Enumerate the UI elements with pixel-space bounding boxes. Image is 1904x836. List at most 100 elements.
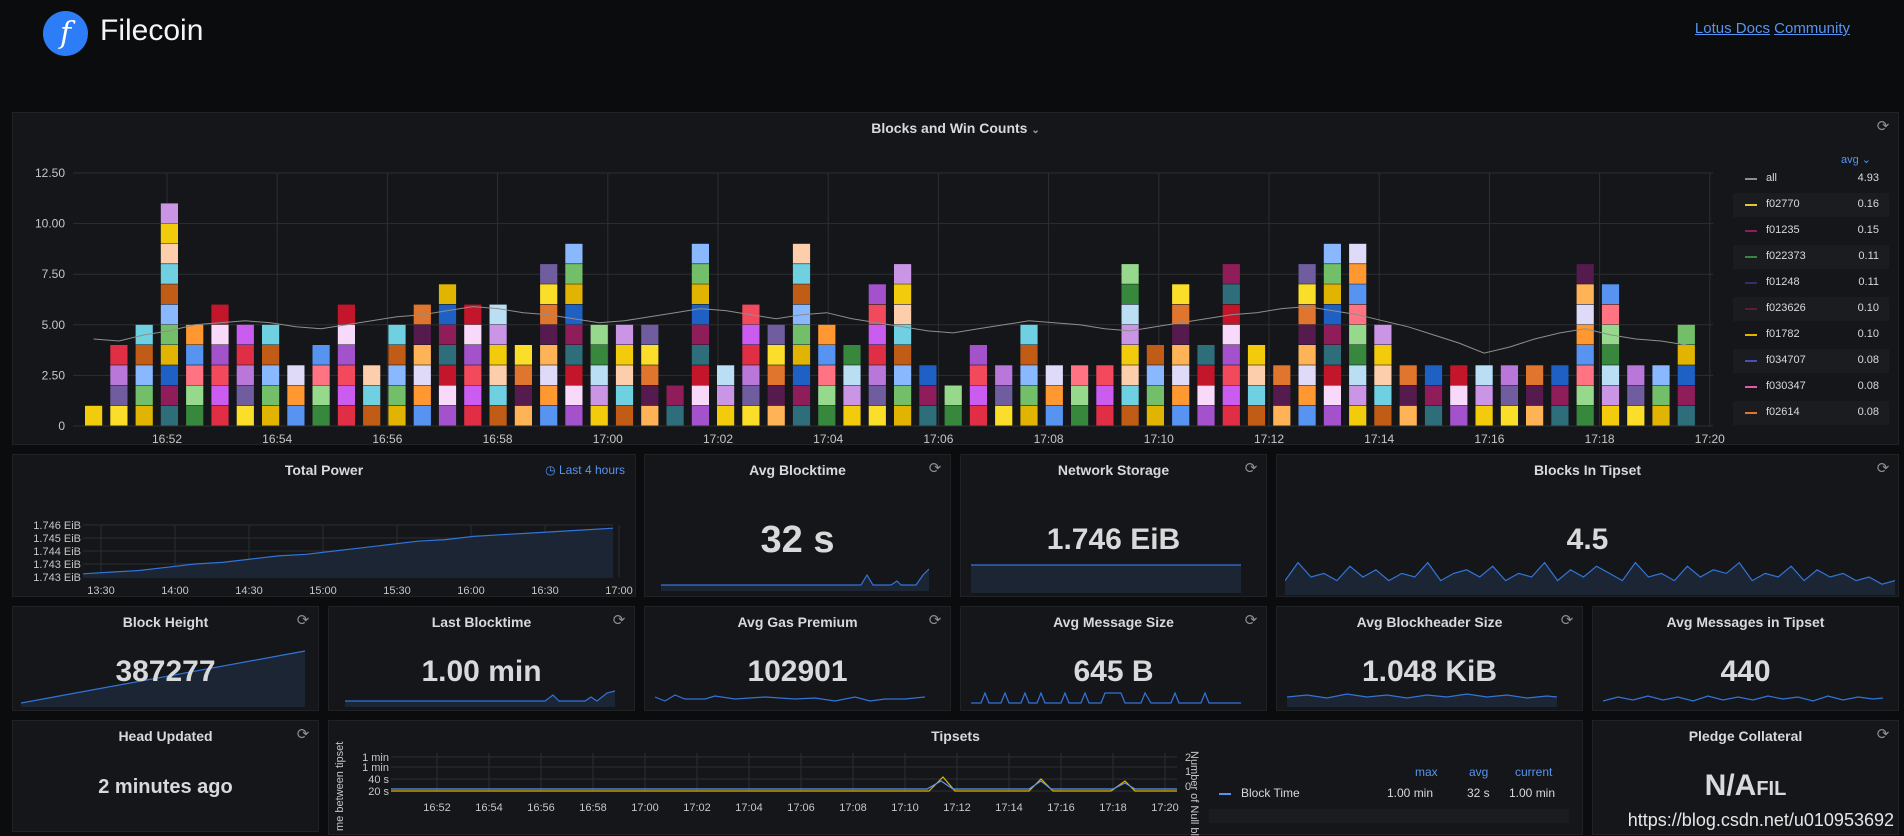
bar-segment[interactable] <box>969 385 987 406</box>
bar-segment[interactable] <box>868 324 886 345</box>
bar-segment[interactable] <box>615 345 634 365</box>
bar-segment[interactable] <box>818 324 836 345</box>
bar-segment[interactable] <box>1601 284 1620 304</box>
bar-segment[interactable] <box>1652 365 1670 385</box>
bar-segment[interactable] <box>211 304 229 325</box>
bar-segment[interactable] <box>1323 243 1341 264</box>
bar-segment[interactable] <box>1526 385 1544 406</box>
legend-row[interactable]: f02614 0.08 <box>1733 401 1889 425</box>
bar-segment[interactable] <box>160 223 178 244</box>
bar-segment[interactable] <box>1349 284 1367 304</box>
bar-segment[interactable] <box>717 365 735 385</box>
bar-segment[interactable] <box>565 345 583 365</box>
bar-segment[interactable] <box>1677 405 1695 426</box>
bar-segment[interactable] <box>1020 365 1038 385</box>
bar-segment[interactable] <box>767 365 785 385</box>
bar-segment[interactable] <box>211 324 229 345</box>
bar-segment[interactable] <box>1298 264 1316 284</box>
legend-row[interactable]: f01248 0.11 <box>1733 271 1889 295</box>
bar-segment[interactable] <box>160 324 178 345</box>
bar-segment[interactable] <box>1627 365 1645 385</box>
bar-segment[interactable] <box>110 365 128 385</box>
bar-segment[interactable] <box>262 385 280 406</box>
bar-segment[interactable] <box>818 345 836 365</box>
legend-row[interactable]: f022373 0.11 <box>1733 245 1889 269</box>
bar-segment[interactable] <box>691 243 709 264</box>
bar-segment[interactable] <box>1374 345 1392 365</box>
bar-segment[interactable] <box>312 385 330 406</box>
bar-segment[interactable] <box>1071 405 1089 426</box>
bar-segment[interactable] <box>1677 324 1695 345</box>
bar-segment[interactable] <box>894 365 912 385</box>
bar-segment[interactable] <box>1627 385 1645 406</box>
bar-segment[interactable] <box>135 345 153 365</box>
bar-segment[interactable] <box>1349 264 1367 284</box>
bar-segment[interactable] <box>135 405 153 426</box>
bar-segment[interactable] <box>1399 365 1417 385</box>
bar-segment[interactable] <box>1677 385 1695 406</box>
bar-segment[interactable] <box>1121 264 1139 284</box>
bar-segment[interactable] <box>843 365 861 385</box>
bar-segment[interactable] <box>1323 324 1341 345</box>
bar-segment[interactable] <box>1247 385 1266 406</box>
bar-segment[interactable] <box>540 284 558 304</box>
bar-segment[interactable] <box>85 405 103 426</box>
bar-segment[interactable] <box>1576 304 1594 325</box>
bar-segment[interactable] <box>792 405 811 426</box>
bar-segment[interactable] <box>1601 385 1620 406</box>
refresh-icon[interactable]: ⟳ <box>294 612 312 630</box>
bar-segment[interactable] <box>236 405 254 426</box>
bar-segment[interactable] <box>489 345 507 365</box>
bar-segment[interactable] <box>1222 405 1240 426</box>
bar-segment[interactable] <box>1576 345 1594 365</box>
bar-segment[interactable] <box>388 405 406 426</box>
bar-segment[interactable] <box>792 284 811 304</box>
time-range-badge[interactable]: ◷ Last 4 hours <box>545 463 625 477</box>
bar-segment[interactable] <box>1500 405 1518 426</box>
bar-segment[interactable] <box>1399 405 1417 426</box>
bar-segment[interactable] <box>1096 385 1114 406</box>
bar-segment[interactable] <box>1172 385 1190 406</box>
bar-segment[interactable] <box>1096 405 1114 426</box>
bar-segment[interactable] <box>540 264 558 284</box>
bar-segment[interactable] <box>1222 284 1240 304</box>
bar-segment[interactable] <box>894 284 912 304</box>
bar-segment[interactable] <box>489 385 507 406</box>
bar-segment[interactable] <box>1576 405 1594 426</box>
bar-segment[interactable] <box>1576 324 1594 345</box>
bar-segment[interactable] <box>1298 365 1316 385</box>
legend-row[interactable]: f023626 0.10 <box>1733 297 1889 321</box>
bar-segment[interactable] <box>1677 345 1695 365</box>
bar-segment[interactable] <box>363 405 381 426</box>
bar-segment[interactable] <box>666 385 684 406</box>
bar-segment[interactable] <box>969 345 987 365</box>
bar-segment[interactable] <box>337 405 355 426</box>
bar-segment[interactable] <box>236 324 254 345</box>
bar-segment[interactable] <box>1424 385 1443 406</box>
bar-segment[interactable] <box>1222 264 1240 284</box>
bar-segment[interactable] <box>565 284 583 304</box>
bar-segment[interactable] <box>995 405 1013 426</box>
bar-segment[interactable] <box>1222 365 1240 385</box>
bar-segment[interactable] <box>818 405 836 426</box>
bar-segment[interactable] <box>565 304 583 325</box>
bar-segment[interactable] <box>641 365 659 385</box>
bar-segment[interactable] <box>438 405 457 426</box>
bar-segment[interactable] <box>464 324 482 345</box>
bar-segment[interactable] <box>868 345 886 365</box>
bar-segment[interactable] <box>1551 405 1569 426</box>
bar-segment[interactable] <box>413 324 431 345</box>
bar-segment[interactable] <box>565 385 583 406</box>
bar-segment[interactable] <box>262 345 280 365</box>
bar-segment[interactable] <box>514 365 532 385</box>
bar-segment[interactable] <box>1298 345 1316 365</box>
bar-segment[interactable] <box>995 365 1013 385</box>
bar-segment[interactable] <box>995 385 1013 406</box>
bar-segment[interactable] <box>186 385 204 406</box>
bar-segment[interactable] <box>818 385 836 406</box>
bar-segment[interactable] <box>1197 405 1215 426</box>
bar-segment[interactable] <box>919 385 937 406</box>
bar-segment[interactable] <box>1374 405 1392 426</box>
legend-row[interactable]: f01235 0.15 <box>1733 219 1889 243</box>
bar-segment[interactable] <box>1601 345 1620 365</box>
